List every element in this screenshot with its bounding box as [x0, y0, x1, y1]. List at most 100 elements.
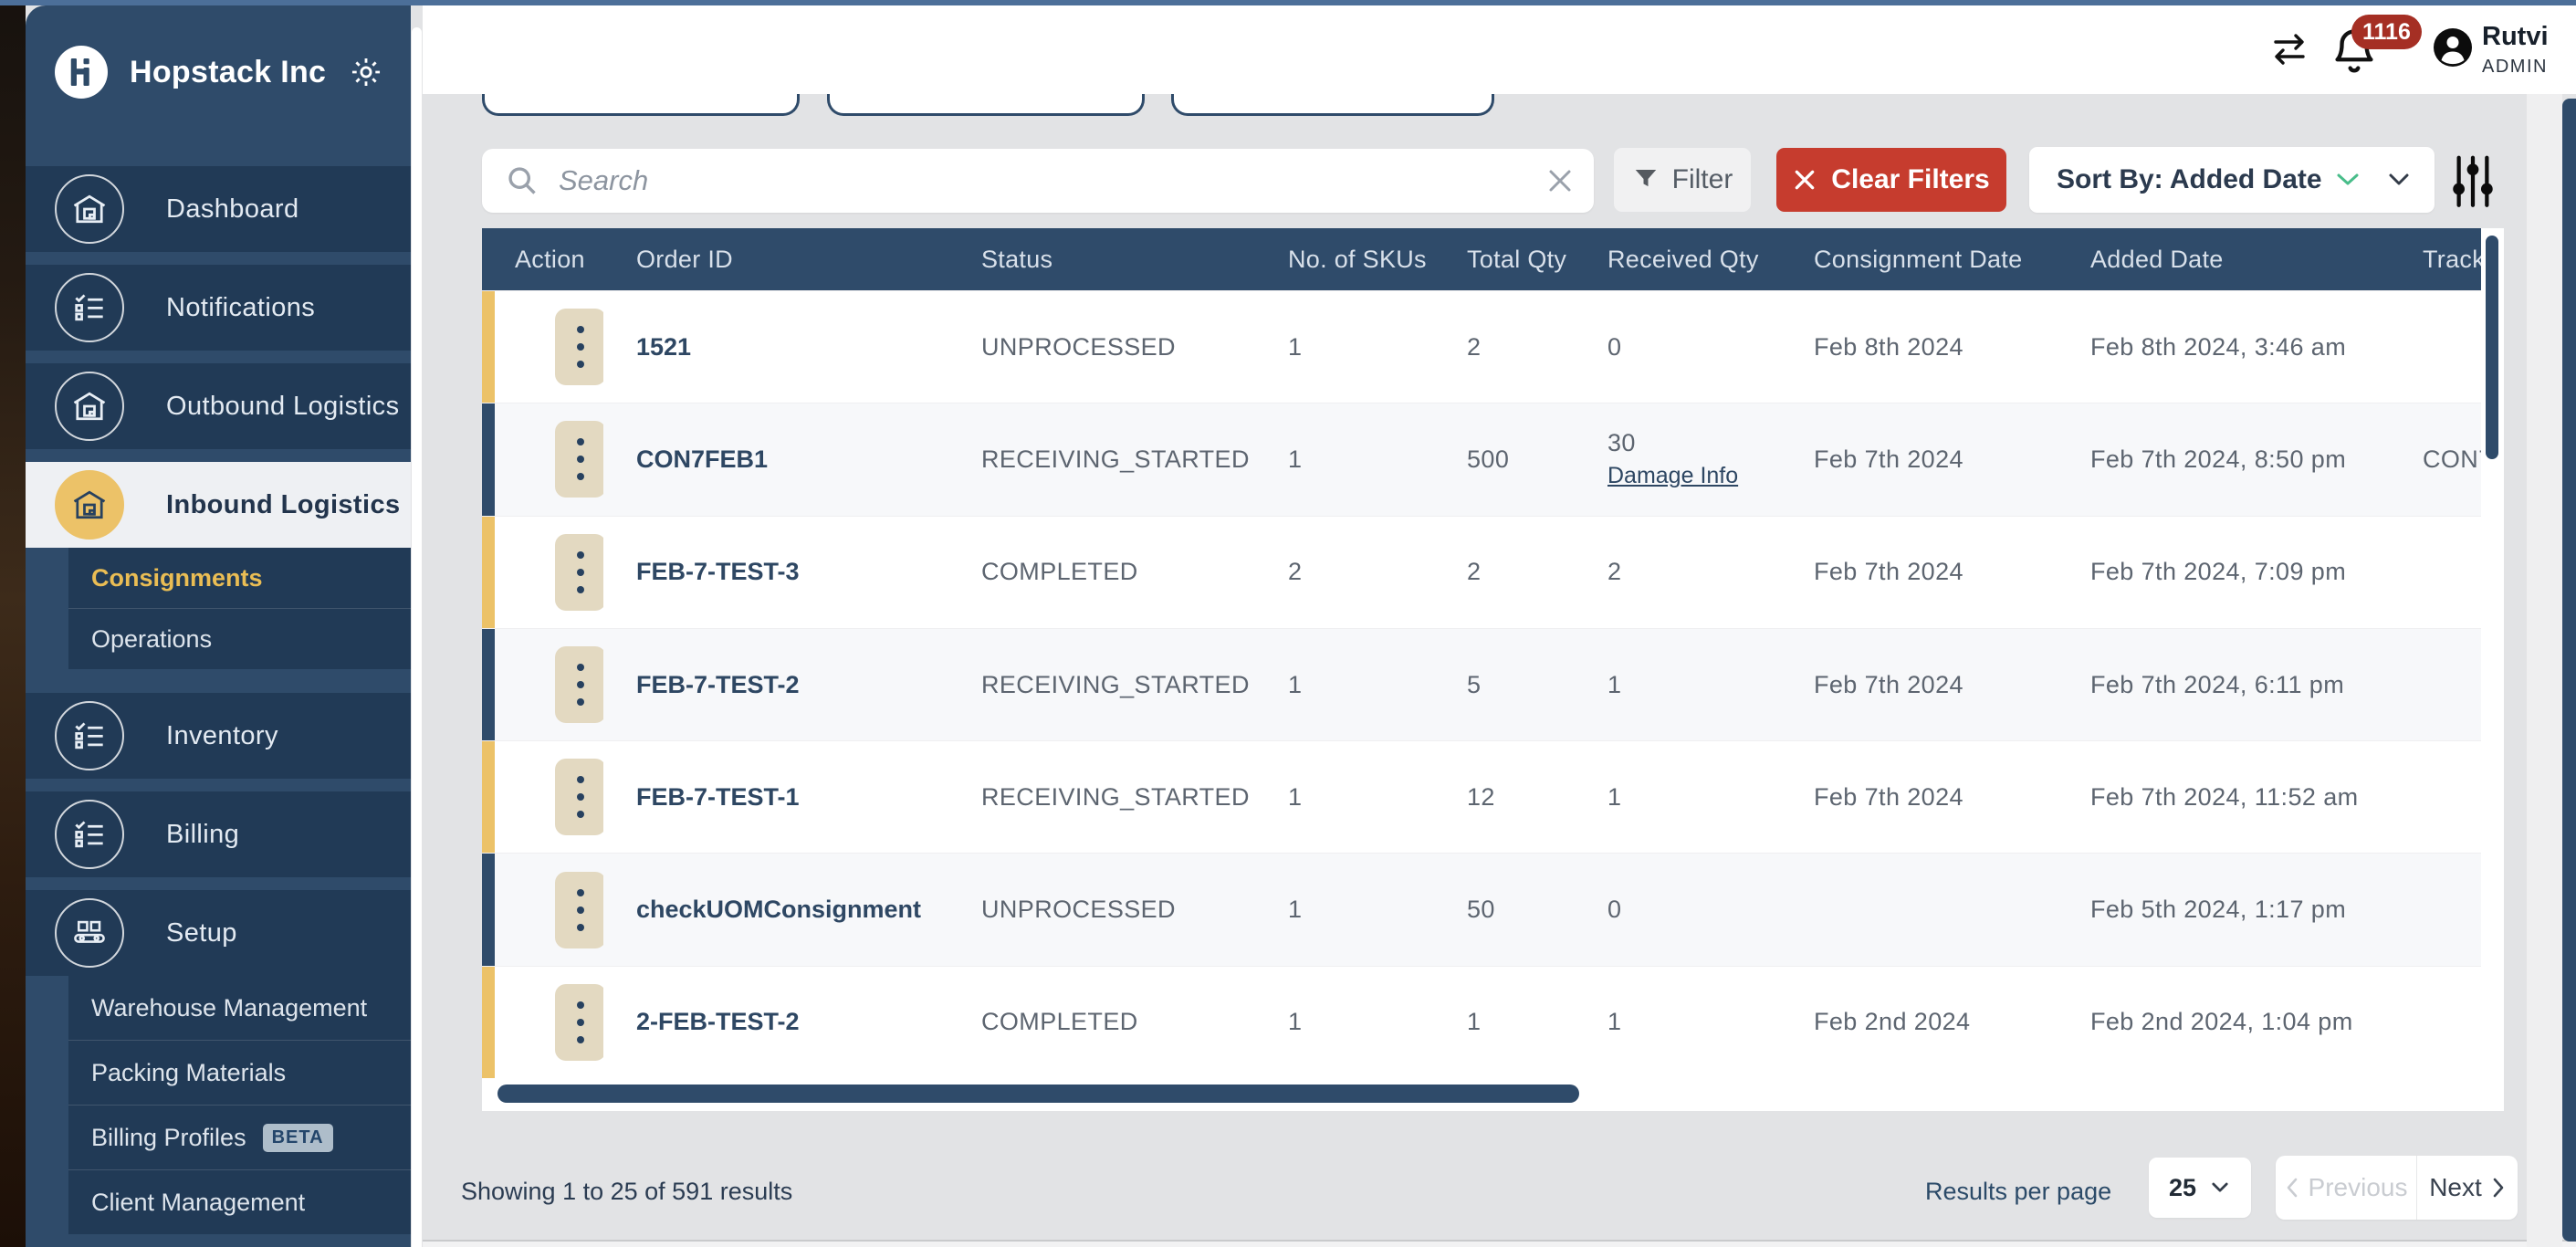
consignment-date-cell: Feb 7th 2024: [1781, 783, 2058, 812]
table-row: FEB-7-TEST-2 RECEIVING_STARTED 1 5 1 Feb…: [482, 628, 2481, 740]
summary-card-2[interactable]: [827, 94, 1145, 116]
search-input[interactable]: [559, 164, 1546, 197]
row-accent-bar: [482, 741, 495, 853]
column-header-status[interactable]: Status: [948, 246, 1255, 274]
column-header-added-date[interactable]: Added Date: [2058, 246, 2390, 274]
column-header-consignment-date[interactable]: Consignment Date: [1781, 246, 2058, 274]
received-qty-cell: 30: [1607, 429, 1781, 457]
checklist-icon: [55, 701, 124, 770]
warehouse-icon: [55, 174, 124, 244]
row-menu-kebab-icon[interactable]: [555, 309, 603, 385]
added-date-cell: Feb 2nd 2024, 1:04 pm: [2058, 1008, 2390, 1036]
total-qty-cell: 12: [1434, 783, 1575, 812]
sidebar-subitem-billing-profiles[interactable]: Billing Profiles BETA: [68, 1106, 411, 1169]
sidebar-item-billing[interactable]: Billing: [26, 791, 411, 877]
clear-filters-label: Clear Filters: [1831, 164, 1989, 195]
next-page-button[interactable]: Next: [2417, 1156, 2518, 1220]
brand-name: Hopstack Inc: [130, 55, 349, 90]
sidebar-scrollbar[interactable]: [412, 27, 422, 1247]
skus-cell: 2: [1255, 558, 1434, 586]
column-header-no-of-skus[interactable]: No. of SKUs: [1255, 246, 1434, 274]
row-menu-kebab-icon[interactable]: [555, 421, 603, 498]
received-qty-cell: 1: [1607, 671, 1781, 699]
sidebar-item-notifications[interactable]: Notifications: [26, 265, 411, 351]
sort-by-dropdown[interactable]: Sort By: Added Date: [2029, 147, 2435, 213]
order-id-link[interactable]: FEB-7-TEST-2: [636, 671, 800, 698]
skus-cell: 1: [1255, 1008, 1434, 1036]
warehouse-icon: [55, 470, 124, 540]
conveyor-icon: [55, 898, 124, 968]
sidebar-item-outbound-logistics[interactable]: Outbound Logistics: [26, 363, 411, 449]
next-label: Next: [2429, 1173, 2482, 1202]
sidebar-panel: Hopstack Inc Dashboard: [26, 5, 411, 1247]
checklist-icon: [55, 273, 124, 342]
row-menu-kebab-icon[interactable]: [555, 534, 603, 611]
page-scrollbar-thumb[interactable]: [2562, 99, 2576, 1242]
column-header-tracking[interactable]: Track: [2390, 246, 2481, 274]
sidebar-subitem-operations[interactable]: Operations: [68, 609, 411, 669]
sidebar-item-inventory[interactable]: Inventory: [26, 693, 411, 779]
column-settings-sliders-icon[interactable]: [2449, 153, 2497, 204]
sidebar-item-dashboard[interactable]: Dashboard: [26, 166, 411, 252]
order-id-link[interactable]: FEB-7-TEST-3: [636, 558, 800, 585]
results-summary: Showing 1 to 25 of 591 results: [461, 1178, 792, 1206]
page-scrollbar-track[interactable]: [2527, 94, 2562, 1247]
sidebar-item-label: Setup: [166, 918, 237, 948]
header-actions: 1116 Rutvi ADMIN: [423, 0, 2576, 94]
added-date-cell: Feb 7th 2024, 6:11 pm: [2058, 671, 2390, 699]
switch-workspace-icon[interactable]: [2270, 31, 2309, 68]
status-cell: COMPLETED: [948, 1008, 1255, 1036]
row-menu-kebab-icon[interactable]: [555, 872, 603, 948]
column-header-order-id[interactable]: Order ID: [603, 246, 948, 274]
order-id-link[interactable]: checkUOMConsignment: [636, 896, 921, 923]
damage-info-link[interactable]: Damage Info: [1607, 463, 1781, 489]
sidebar-subitem-label: Billing Profiles: [91, 1124, 246, 1152]
sidebar-subitem-consignments[interactable]: Consignments: [68, 548, 411, 608]
checklist-icon: [55, 800, 124, 869]
skus-cell: 1: [1255, 671, 1434, 699]
consignment-date-cell: Feb 2nd 2024: [1781, 1008, 2058, 1036]
sidebar-subitem-packing-materials[interactable]: Packing Materials: [68, 1041, 411, 1105]
column-header-total-qty[interactable]: Total Qty: [1434, 246, 1575, 274]
total-qty-cell: 1: [1434, 1008, 1575, 1036]
row-menu-kebab-icon[interactable]: [555, 759, 603, 835]
sidebar-item-inbound-logistics[interactable]: Inbound Logistics: [26, 462, 411, 548]
page-bottom-strip: [423, 1242, 2576, 1247]
column-header-received-qty[interactable]: Received Qty: [1575, 246, 1781, 274]
table-row: 2-FEB-TEST-2 COMPLETED 1 1 1 Feb 2nd 202…: [482, 966, 2481, 1078]
inbound-submenu: Consignments Operations: [68, 548, 411, 669]
added-date-cell: Feb 8th 2024, 3:46 am: [2058, 333, 2390, 362]
page-size-select[interactable]: 25: [2149, 1158, 2251, 1218]
user-avatar[interactable]: [2433, 27, 2473, 68]
sidebar-item-setup[interactable]: Setup: [26, 890, 411, 976]
skus-cell: 1: [1255, 445, 1434, 474]
order-id-link[interactable]: 1521: [636, 333, 691, 361]
sidebar-subitem-warehouse-management[interactable]: Warehouse Management: [68, 976, 411, 1040]
row-accent-bar: [482, 629, 495, 740]
row-menu-kebab-icon[interactable]: [555, 984, 603, 1061]
summary-card-3[interactable]: [1171, 94, 1494, 116]
clear-filters-button[interactable]: Clear Filters: [1776, 148, 2006, 212]
order-id-link[interactable]: CON7FEB1: [636, 445, 768, 473]
added-date-cell: Feb 7th 2024, 11:52 am: [2058, 783, 2390, 812]
search-icon: [506, 164, 539, 197]
row-menu-kebab-icon[interactable]: [555, 646, 603, 723]
order-id-link[interactable]: 2-FEB-TEST-2: [636, 1008, 800, 1035]
sidebar-subitem-client-management[interactable]: Client Management: [68, 1170, 411, 1234]
received-qty-cell: 1: [1607, 783, 1781, 812]
previous-page-button[interactable]: Previous: [2276, 1156, 2417, 1220]
order-id-link[interactable]: FEB-7-TEST-1: [636, 783, 800, 811]
settings-gear-icon[interactable]: [349, 55, 383, 89]
table-vertical-scrollbar[interactable]: [2486, 236, 2498, 459]
filter-button[interactable]: Filter: [1614, 148, 1751, 212]
status-cell: RECEIVING_STARTED: [948, 783, 1255, 812]
table-row: FEB-7-TEST-1 RECEIVING_STARTED 1 12 1 Fe…: [482, 740, 2481, 853]
summary-card-1[interactable]: [482, 94, 800, 116]
table-horizontal-scrollbar[interactable]: [497, 1085, 1579, 1103]
column-header-action[interactable]: Action: [482, 246, 603, 274]
user-role: ADMIN: [2482, 57, 2548, 78]
total-qty-cell: 2: [1434, 558, 1575, 586]
search-clear-icon[interactable]: [1546, 167, 1574, 194]
sort-by-label: Sort By: Added Date: [2057, 164, 2334, 195]
user-name[interactable]: Rutvi: [2482, 22, 2549, 52]
